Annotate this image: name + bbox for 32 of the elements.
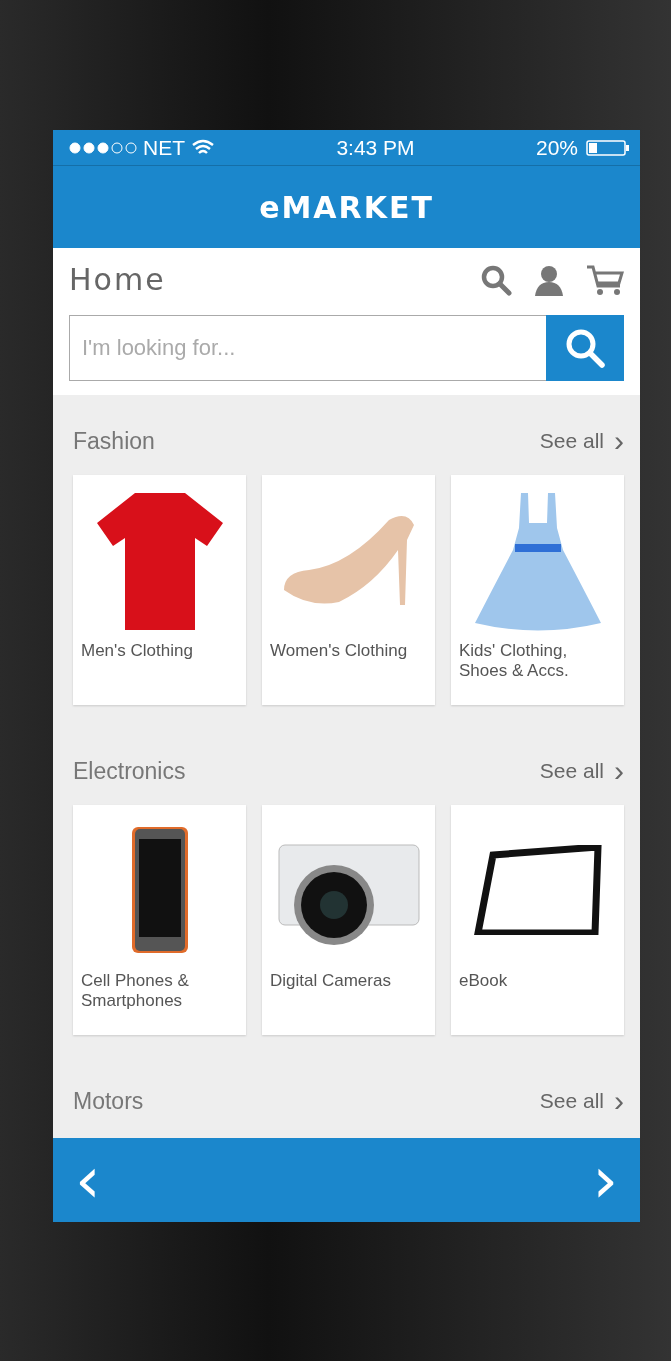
category-label: Digital Cameras: [270, 971, 392, 991]
status-time: 3:43 PM: [336, 135, 415, 160]
category-card[interactable]: Women's Clothing: [262, 475, 435, 705]
category-card[interactable]: Digital Cameras: [262, 805, 435, 1035]
category-card[interactable]: Men's Clothing: [73, 475, 246, 705]
battery-percent: 20%: [535, 135, 578, 160]
category-card[interactable]: Cell Phones & Smartphones: [73, 805, 246, 1035]
next-button[interactable]: ›: [588, 1148, 622, 1212]
previous-button[interactable]: ‹: [71, 1148, 105, 1212]
category-label: Men's Clothing: [81, 641, 194, 661]
signal-icon: [69, 141, 137, 154]
category-label: eBook: [459, 971, 509, 991]
user-icon[interactable]: [534, 263, 564, 296]
see-all-link[interactable]: See all ›: [539, 1086, 624, 1116]
search-icon[interactable]: [480, 263, 512, 296]
see-all-link[interactable]: See all ›: [539, 426, 624, 456]
carrier-name: NET: [143, 135, 185, 160]
category-card[interactable]: eBook: [451, 805, 624, 1035]
cart-icon[interactable]: [586, 263, 624, 296]
category-label: Kids' Clothing, Shoes & Accs.: [459, 641, 570, 681]
category-card[interactable]: Kids' Clothing, Shoes & Accs.: [451, 475, 624, 705]
section-title: Electronics: [73, 757, 186, 785]
page-title: Home: [69, 262, 166, 297]
category-label: Cell Phones & Smartphones: [81, 971, 190, 1011]
category-label: Women's Clothing: [270, 641, 409, 661]
app-title: eMARKET: [259, 189, 434, 225]
battery-icon: [586, 138, 630, 157]
search-field[interactable]: I'm looking for...: [69, 315, 546, 381]
section-title: Motors: [73, 1087, 144, 1115]
see-all-link[interactable]: See all ›: [539, 756, 624, 786]
search-button[interactable]: [546, 315, 624, 381]
section-title: Fashion: [73, 427, 155, 455]
